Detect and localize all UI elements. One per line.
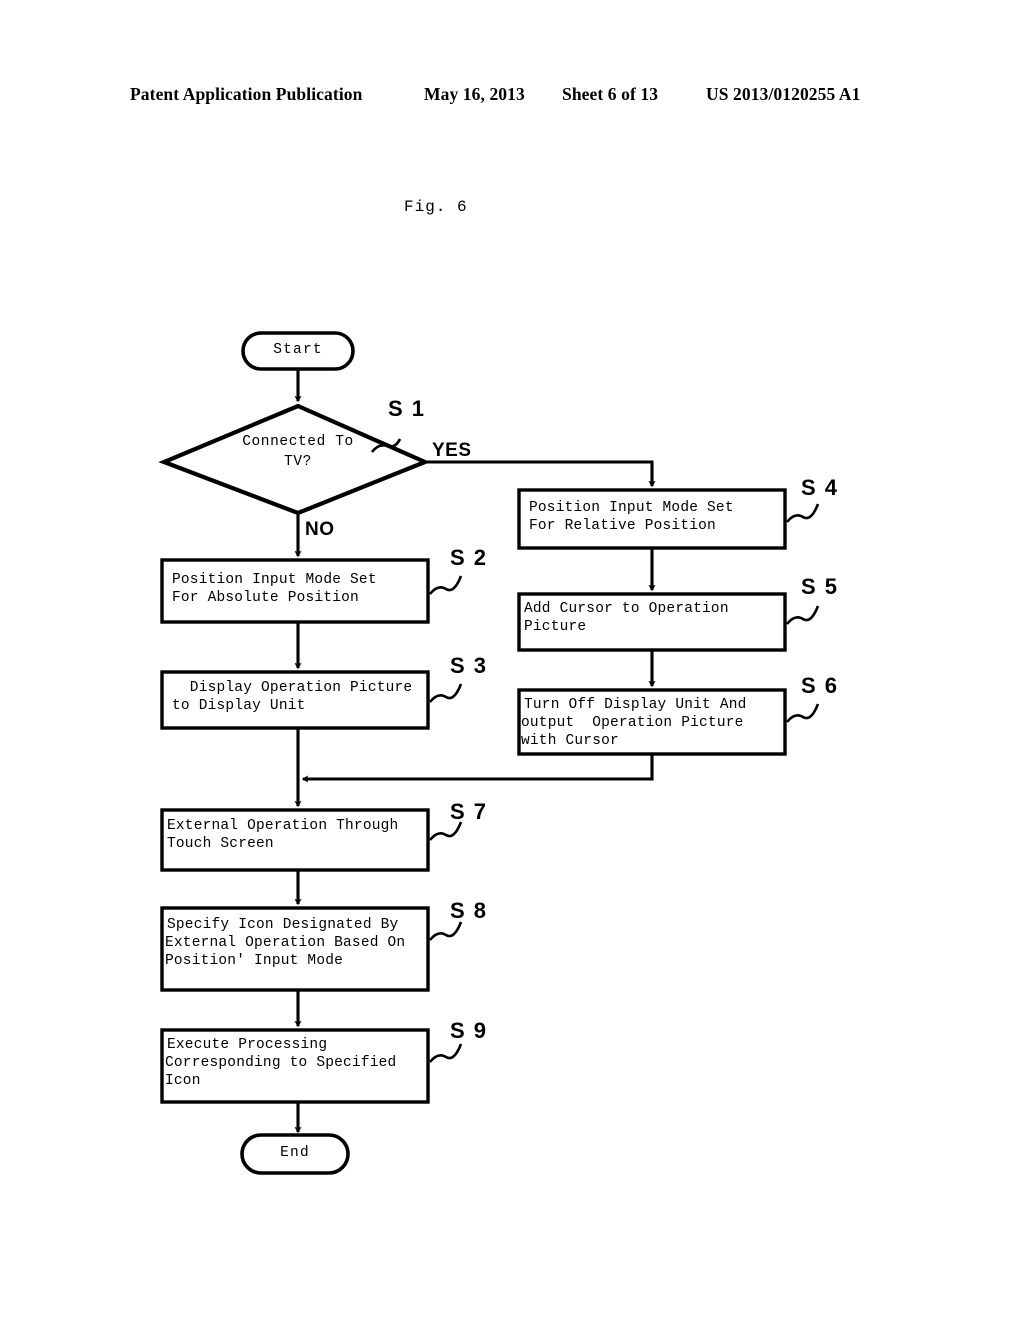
step-label-s9: S 9 bbox=[450, 1018, 488, 1043]
node-s6-label-line2: output Operation Picture bbox=[521, 715, 744, 731]
step-label-s1: S 1 bbox=[388, 396, 426, 421]
node-s5-label-line2: Picture bbox=[524, 619, 587, 635]
step-label-s6: S 6 bbox=[801, 673, 839, 698]
node-s8-label-line2: External Operation Based On bbox=[165, 935, 406, 951]
step-label-s4: S 4 bbox=[801, 475, 839, 500]
leader-s3-squiggle bbox=[428, 683, 463, 703]
branch-label-yes: YES bbox=[432, 440, 472, 461]
step-label-s8: S 8 bbox=[450, 898, 488, 923]
node-s3-label-line1: Display Operation Picture bbox=[172, 680, 413, 696]
node-s8-label-line1: Specify Icon Designated By bbox=[167, 917, 399, 933]
leader-s5-squiggle bbox=[785, 605, 820, 625]
edge-s6-to-s7 bbox=[301, 754, 654, 783]
node-s1-label-line1: Connected To bbox=[242, 434, 354, 450]
leader-s9-squiggle bbox=[428, 1043, 463, 1063]
node-s6-label-line3: with Cursor bbox=[521, 733, 619, 749]
node-s2-label-line1: Position Input Mode Set bbox=[172, 572, 377, 588]
edge-s1-yes-to-s4 bbox=[425, 460, 656, 488]
node-s8-label-line3: Position' Input Mode bbox=[165, 953, 344, 969]
node-s9-label-line3: Icon bbox=[165, 1073, 201, 1089]
node-s6-label-line1: Turn Off Display Unit And bbox=[524, 697, 747, 713]
node-s5-label-line1: Add Cursor to Operation bbox=[524, 601, 729, 617]
step-label-s2: S 2 bbox=[450, 545, 488, 570]
node-s2-label-line2: For Absolute Position bbox=[172, 590, 359, 606]
step-label-s5: S 5 bbox=[801, 574, 839, 599]
node-s7-label-line2: Touch Screen bbox=[167, 836, 274, 852]
node-s1-label-line2: TV? bbox=[284, 454, 312, 470]
node-end-label: End bbox=[280, 1145, 310, 1161]
node-start-label: Start bbox=[273, 342, 323, 358]
node-s7-label-line1: External Operation Through bbox=[167, 818, 399, 834]
leader-s8-squiggle bbox=[428, 921, 463, 941]
leader-s4-squiggle bbox=[785, 503, 820, 523]
node-s9-label-line2: Corresponding to Specified bbox=[165, 1055, 397, 1071]
node-s3-label-line2: to Display Unit bbox=[172, 698, 306, 714]
step-label-s7: S 7 bbox=[450, 799, 488, 824]
node-s4-label-line2: For Relative Position bbox=[529, 518, 716, 534]
node-s4-label-line1: Position Input Mode Set bbox=[529, 500, 734, 516]
node-s9-label-line1: Execute Processing bbox=[167, 1037, 328, 1053]
leader-s2-squiggle bbox=[428, 575, 463, 595]
branch-label-no: NO bbox=[305, 519, 335, 540]
step-label-s3: S 3 bbox=[450, 653, 488, 678]
leader-s6-squiggle bbox=[785, 703, 820, 723]
flowchart-canvas bbox=[158, 331, 820, 1175]
